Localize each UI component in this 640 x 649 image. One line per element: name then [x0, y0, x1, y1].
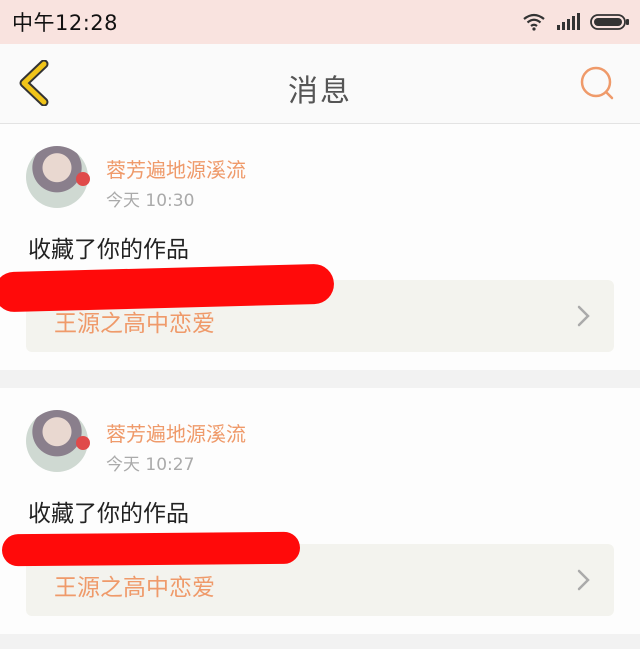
header: 消息	[0, 44, 640, 124]
status-icons	[522, 13, 630, 31]
username[interactable]: 蓉芳遍地源溪流	[106, 154, 246, 183]
message-card[interactable]: 蓉芳遍地源溪流 今天 10:27 收藏了你的作品 王源之高中恋爱	[0, 388, 640, 634]
message-card[interactable]: 蓉芳遍地源溪流 今天 10:30 收藏了你的作品 王源之高中恋爱	[0, 124, 640, 370]
message-action: 收藏了你的作品	[28, 237, 189, 263]
work-title: 王源之高中恋爱	[54, 575, 215, 601]
username[interactable]: 蓉芳遍地源溪流	[106, 418, 246, 447]
signal-icon	[557, 13, 580, 30]
message-time: 今天 10:30	[106, 191, 195, 211]
heart-badge-icon	[76, 436, 90, 450]
search-icon[interactable]	[578, 64, 618, 104]
chevron-right-icon	[577, 305, 590, 327]
heart-badge-icon	[76, 172, 90, 186]
battery-icon	[590, 14, 629, 30]
redaction-mark	[1, 531, 301, 567]
wifi-icon	[523, 13, 545, 31]
chevron-right-icon	[577, 569, 590, 591]
message-action: 收藏了你的作品	[28, 501, 189, 527]
message-time: 今天 10:27	[106, 455, 195, 475]
status-time: 中午12:28	[12, 11, 119, 35]
status-bar: 中午12:28	[0, 0, 640, 44]
page-title: 消息	[288, 74, 352, 109]
